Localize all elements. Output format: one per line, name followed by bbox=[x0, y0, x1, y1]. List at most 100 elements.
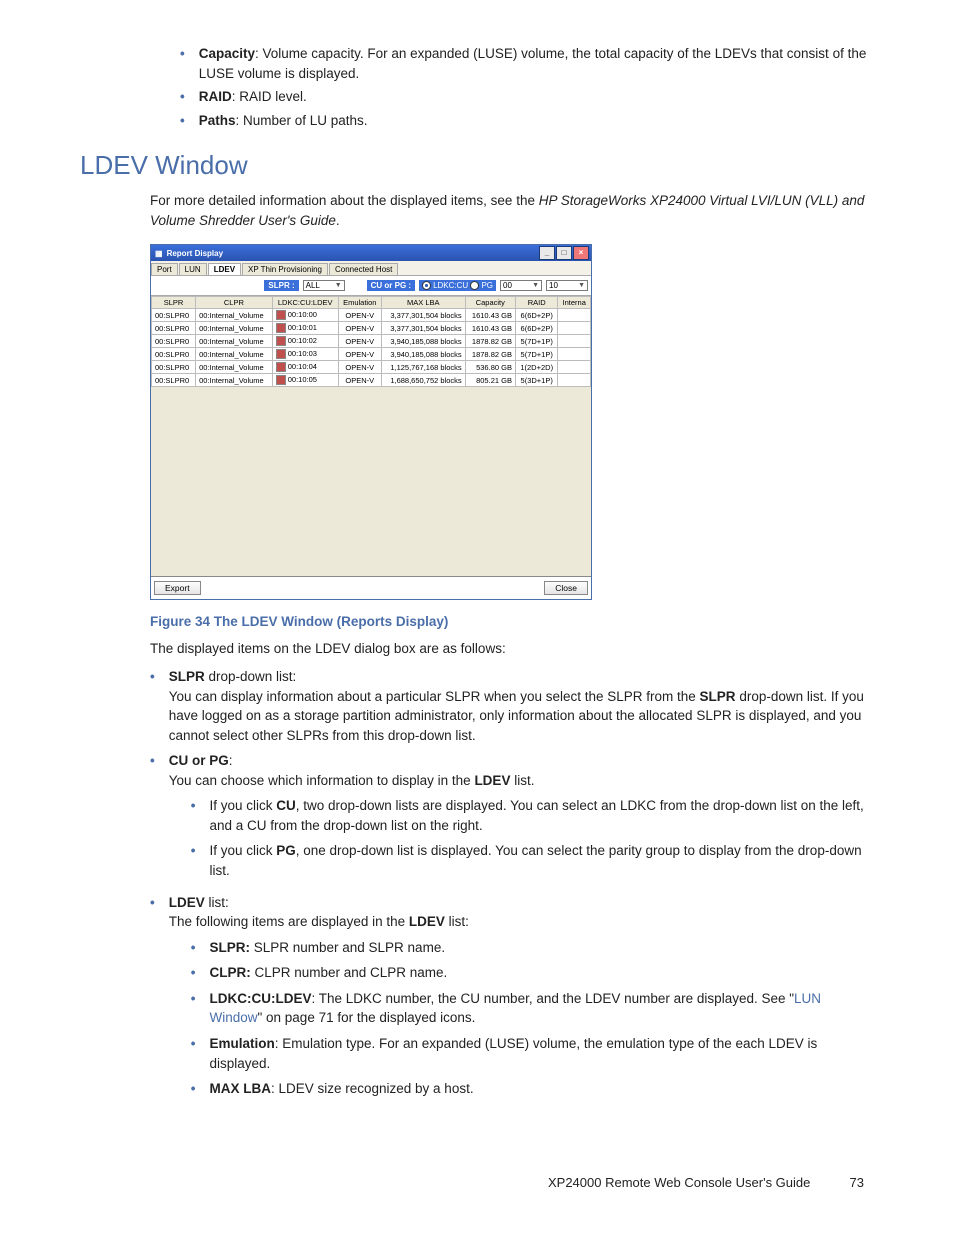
cell-internal bbox=[558, 361, 591, 374]
list-item: •SLPR: SLPR number and SLPR name. bbox=[191, 938, 874, 958]
sub-bold: CU bbox=[276, 798, 296, 813]
tab-xp-thin-provisioning[interactable]: XP Thin Provisioning bbox=[242, 263, 328, 275]
cell-slpr: 00:SLPR0 bbox=[152, 335, 196, 348]
cell-raid: 5(3D+1P) bbox=[515, 374, 558, 387]
intro-pre: For more detailed information about the … bbox=[150, 193, 539, 208]
cell-internal bbox=[558, 322, 591, 335]
bullet-icon: • bbox=[180, 44, 185, 83]
bullet-icon: • bbox=[191, 938, 196, 958]
minimize-button[interactable]: _ bbox=[539, 246, 555, 260]
app-icon: ▦ bbox=[155, 249, 163, 258]
cell-ldkc: 00:10:05 bbox=[272, 374, 338, 387]
cell-clpr: 00:Internal_Volume bbox=[196, 335, 273, 348]
footer-page-number: 73 bbox=[834, 1175, 864, 1190]
list-item: •MAX LBA: LDEV size recognized by a host… bbox=[191, 1079, 874, 1099]
cell-slpr: 00:SLPR0 bbox=[152, 309, 196, 322]
radio-pg[interactable] bbox=[470, 281, 479, 290]
body-bold: LDEV bbox=[409, 914, 445, 929]
cell-internal bbox=[558, 335, 591, 348]
sub-post: : LDEV size recognized by a host. bbox=[271, 1081, 474, 1096]
sub-post: : Emulation type. For an expanded (LUSE)… bbox=[209, 1036, 817, 1071]
sub-bold: CLPR: bbox=[209, 965, 250, 980]
cu-or-pg-radio-group: LDKC:CU PG bbox=[419, 280, 496, 291]
chevron-down-icon: ▼ bbox=[335, 282, 342, 289]
term: CU or PG bbox=[169, 753, 229, 768]
filter-row: SLPR : ALL ▼ CU or PG : LDKC:CU PG 00 ▼ … bbox=[151, 276, 591, 296]
table-row[interactable]: 00:SLPR000:Internal_Volume00:10:00OPEN-V… bbox=[152, 309, 591, 322]
ldkc-dropdown-value: 00 bbox=[503, 281, 512, 290]
ldev-icon bbox=[276, 375, 286, 385]
cell-capacity: 1878.82 GB bbox=[465, 335, 515, 348]
cu-dropdown[interactable]: 10 ▼ bbox=[546, 280, 588, 291]
cell-clpr: 00:Internal_Volume bbox=[196, 322, 273, 335]
radio-ldkc-cu[interactable] bbox=[422, 281, 431, 290]
cu-dropdown-value: 10 bbox=[549, 281, 558, 290]
cell-raid: 6(6D+2P) bbox=[515, 309, 558, 322]
list-item: •Emulation: Emulation type. For an expan… bbox=[191, 1034, 874, 1073]
cell-slpr: 00:SLPR0 bbox=[152, 322, 196, 335]
report-table-area: SLPRCLPRLDKC:CU:LDEVEmulationMAX LBACapa… bbox=[151, 296, 591, 576]
section-heading: LDEV Window bbox=[80, 150, 874, 181]
list-item: •If you click CU, two drop-down lists ar… bbox=[191, 796, 874, 835]
column-header[interactable]: Interna bbox=[558, 297, 591, 309]
cell-ldkc: 00:10:04 bbox=[272, 361, 338, 374]
bullet-icon: • bbox=[191, 1079, 196, 1099]
cell-capacity: 536.80 GB bbox=[465, 361, 515, 374]
cell-slpr: 00:SLPR0 bbox=[152, 348, 196, 361]
table-row[interactable]: 00:SLPR000:Internal_Volume00:10:03OPEN-V… bbox=[152, 348, 591, 361]
slpr-filter-label: SLPR : bbox=[264, 280, 298, 291]
column-header[interactable]: RAID bbox=[515, 297, 558, 309]
column-header[interactable]: MAX LBA bbox=[381, 297, 465, 309]
ldkc-dropdown[interactable]: 00 ▼ bbox=[500, 280, 542, 291]
cell-ldkc: 00:10:02 bbox=[272, 335, 338, 348]
description-list: •SLPR drop-down list:You can display inf… bbox=[150, 667, 874, 1105]
export-button[interactable]: Export bbox=[154, 581, 201, 595]
cell-slpr: 00:SLPR0 bbox=[152, 361, 196, 374]
body-bold: SLPR bbox=[700, 689, 736, 704]
body-pre: You can choose which information to disp… bbox=[169, 773, 475, 788]
ldev-icon bbox=[276, 323, 286, 333]
body-pre: The following items are displayed in the bbox=[169, 914, 409, 929]
term-post: drop-down list: bbox=[205, 669, 297, 684]
cell-emulation: OPEN-V bbox=[338, 361, 381, 374]
cell-emulation: OPEN-V bbox=[338, 348, 381, 361]
sub-post: , one drop-down list is displayed. You c… bbox=[209, 843, 861, 878]
column-header[interactable]: LDKC:CU:LDEV bbox=[272, 297, 338, 309]
sub-list: •If you click CU, two drop-down lists ar… bbox=[169, 796, 874, 880]
window-title: Report Display bbox=[167, 249, 223, 258]
sub-bold: LDKC:CU:LDEV bbox=[209, 991, 311, 1006]
tab-port[interactable]: Port bbox=[151, 263, 178, 275]
cell-emulation: OPEN-V bbox=[338, 309, 381, 322]
table-row[interactable]: 00:SLPR000:Internal_Volume00:10:01OPEN-V… bbox=[152, 322, 591, 335]
table-row[interactable]: 00:SLPR000:Internal_Volume00:10:04OPEN-V… bbox=[152, 361, 591, 374]
tab-connected-host[interactable]: Connected Host bbox=[329, 263, 398, 275]
table-row[interactable]: 00:SLPR000:Internal_Volume00:10:02OPEN-V… bbox=[152, 335, 591, 348]
cell-maxlba: 3,940,185,088 blocks bbox=[381, 335, 465, 348]
figure-caption: Figure 34 The LDEV Window (Reports Displ… bbox=[150, 614, 874, 629]
column-header[interactable]: Capacity bbox=[465, 297, 515, 309]
table-row[interactable]: 00:SLPR000:Internal_Volume00:10:05OPEN-V… bbox=[152, 374, 591, 387]
slpr-dropdown[interactable]: ALL ▼ bbox=[303, 280, 345, 291]
close-button[interactable]: Close bbox=[544, 581, 588, 595]
tab-ldev[interactable]: LDEV bbox=[208, 263, 241, 275]
bullet-icon: • bbox=[150, 751, 155, 886]
cell-raid: 6(6D+2P) bbox=[515, 322, 558, 335]
maximize-button[interactable]: □ bbox=[556, 246, 572, 260]
cell-raid: 5(7D+1P) bbox=[515, 335, 558, 348]
radio-ldkc-cu-label: LDKC:CU bbox=[433, 281, 468, 290]
cell-capacity: 805.21 GB bbox=[465, 374, 515, 387]
tab-lun[interactable]: LUN bbox=[179, 263, 207, 275]
slpr-dropdown-value: ALL bbox=[306, 281, 320, 290]
list-item: •Capacity: Volume capacity. For an expan… bbox=[180, 44, 874, 83]
intro-paragraph: For more detailed information about the … bbox=[150, 191, 874, 230]
bullet-icon: • bbox=[150, 667, 155, 745]
cell-emulation: OPEN-V bbox=[338, 374, 381, 387]
column-header[interactable]: CLPR bbox=[196, 297, 273, 309]
list-item: •Paths: Number of LU paths. bbox=[180, 111, 874, 131]
column-header[interactable]: Emulation bbox=[338, 297, 381, 309]
cell-raid: 1(2D+2D) bbox=[515, 361, 558, 374]
close-window-button[interactable]: × bbox=[573, 246, 589, 260]
sub-pre: If you click bbox=[209, 843, 276, 858]
table-header-row: SLPRCLPRLDKC:CU:LDEVEmulationMAX LBACapa… bbox=[152, 297, 591, 309]
column-header[interactable]: SLPR bbox=[152, 297, 196, 309]
